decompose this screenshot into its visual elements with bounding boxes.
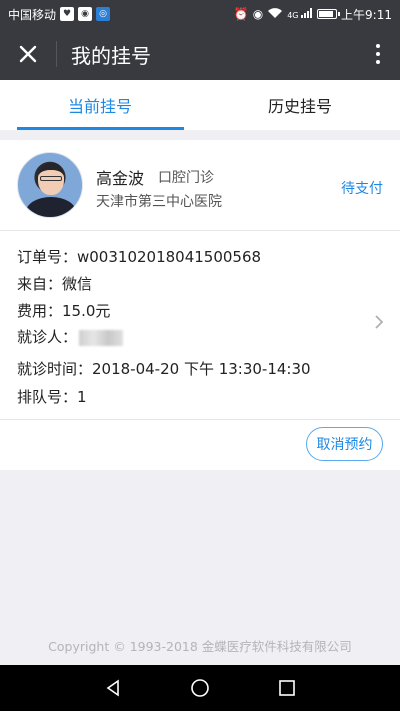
source: 来自：微信 [17,275,93,293]
patient-label: 就诊人： [17,328,78,346]
chevron-right-icon [375,315,384,329]
avatar-body [26,197,76,217]
nav-bar: 我的挂号 [0,28,400,80]
more-dot-icon [376,44,380,48]
system-nav-bar [0,665,400,711]
eye-icon: ◉ [252,7,264,21]
doctor-name: 高金波 [96,169,145,188]
more-dot-icon [376,52,380,56]
copyright-text: Copyright © 1993-2018 金蝶医疗软件科技有限公司 [48,639,352,654]
payment-status: 待支付 [341,181,383,197]
browser-notification-icon: ◎ [96,7,111,21]
divider [0,419,400,420]
battery-icon [317,9,341,19]
recent-apps-icon[interactable] [278,679,296,697]
divider [0,230,400,231]
order-number: 订单号：w003102018041500568 [17,248,262,266]
visit-time: 就诊时间：2018-04-20 下午 13:30-14:30 [17,360,311,378]
signal-icon: 4G [287,8,313,20]
patient-name-redacted [79,329,124,346]
department: 口腔门诊 [158,170,214,186]
status-left: 中国移动 ♥ ◉ ◎ [8,6,111,23]
notification-icon: ♥ [60,7,75,21]
more-dot-icon [376,60,380,64]
appointment-card[interactable]: 高金波 口腔门诊 天津市第三中心医院 待支付 订单号：w003102018041… [0,140,400,470]
app-notification-icon: ◉ [78,7,93,21]
hospital-name: 天津市第三中心医院 [96,194,222,210]
close-button[interactable] [0,28,56,80]
fee: 费用：15.0元 [17,302,111,320]
nav-divider [56,41,57,67]
queue-number: 排队号：1 [17,388,87,406]
more-button[interactable] [356,28,400,80]
page-title: 我的挂号 [71,43,151,68]
wifi-icon [267,7,283,22]
time-text: 上午9:11 [341,7,392,22]
cancel-appointment-button[interactable]: 取消预约 [306,427,383,461]
patient-row: 就诊人： [17,326,124,347]
tab-current-appointments[interactable]: 当前挂号 [0,80,200,130]
status-right: ⏰ ◉ 4G 上午9:11 [234,6,392,23]
home-icon[interactable] [190,678,210,698]
close-icon [19,45,37,63]
alarm-icon: ⏰ [233,7,249,21]
avatar-glasses [40,176,62,181]
tab-bar: 当前挂号 历史挂号 [0,80,400,130]
doctor-row: 高金波 口腔门诊 天津市第三中心医院 待支付 [0,140,400,230]
doctor-avatar [17,152,83,218]
tab-history-appointments[interactable]: 历史挂号 [200,80,400,130]
status-bar: 中国移动 ♥ ◉ ◎ ⏰ ◉ 4G 上午9:11 [0,0,400,28]
carrier-text: 中国移动 [8,7,57,22]
back-icon[interactable] [104,679,122,697]
